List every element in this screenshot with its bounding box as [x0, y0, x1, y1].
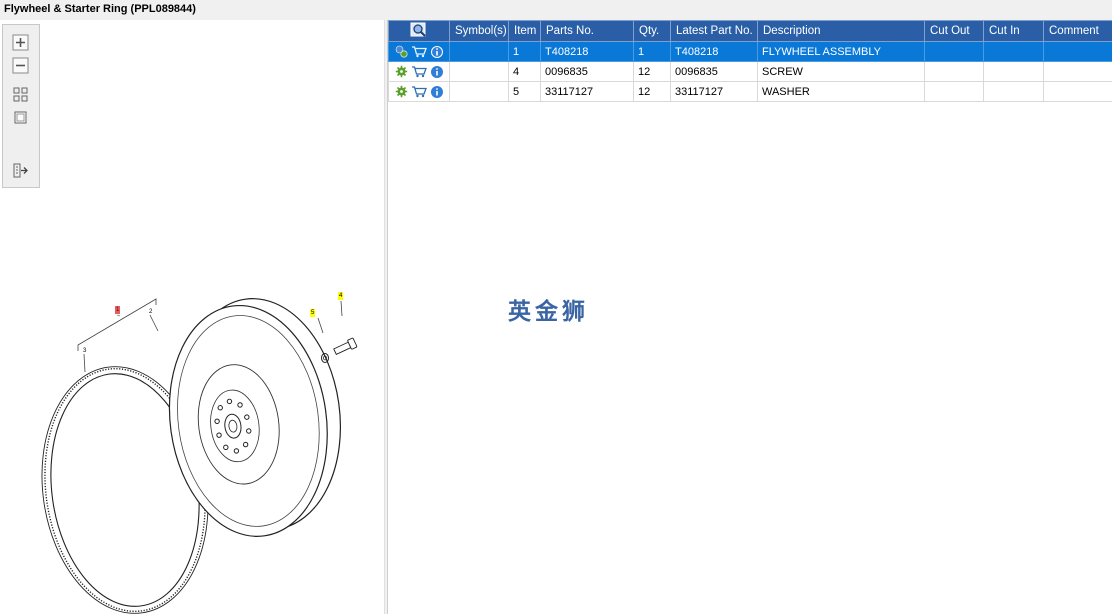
parts-list-pane: Symbol(s) Item Parts No. Qty. Latest Par…	[388, 20, 1112, 614]
cell-latest-part-no: 0096835	[670, 61, 758, 82]
column-header-latest-part-no[interactable]: Latest Part No.	[670, 20, 758, 42]
callout-item-1[interactable]: 1	[115, 306, 121, 314]
cell-symbols	[449, 41, 509, 62]
callout-item-2: 2	[149, 309, 153, 315]
cell-comment	[1043, 61, 1112, 82]
cell-symbols	[449, 81, 509, 102]
cell-item: 4	[508, 61, 541, 82]
table-row[interactable]: 5 33117127 12 33117127 WASHER	[388, 81, 1112, 102]
window-title: Flywheel & Starter Ring (PPL089844)	[4, 3, 196, 15]
watermark-logo: 英金狮	[508, 299, 589, 325]
title-bar: Flywheel & Starter Ring (PPL089844)	[0, 0, 1112, 21]
cell-symbols	[449, 61, 509, 82]
cell-parts-no: T408218	[540, 41, 634, 62]
cell-qty: 1	[633, 41, 671, 62]
search-parts-icon[interactable]	[410, 22, 428, 38]
cell-latest-part-no: 33117127	[670, 81, 758, 102]
assembly-icon[interactable]	[395, 45, 408, 58]
flywheel-drawing	[41, 298, 358, 614]
column-header-search[interactable]	[388, 20, 450, 42]
parts-table: Symbol(s) Item Parts No. Qty. Latest Par…	[388, 20, 1112, 102]
callout-item-4[interactable]: 4	[338, 292, 344, 300]
callout-item-5[interactable]: 5	[310, 309, 316, 317]
cell-cut-in	[983, 61, 1044, 82]
cell-latest-part-no: T408218	[670, 41, 758, 62]
cell-qty: 12	[633, 61, 671, 82]
cell-description: WASHER	[757, 81, 925, 102]
cart-icon[interactable]	[411, 65, 427, 78]
cell-parts-no: 33117127	[540, 81, 634, 102]
cell-cut-in	[983, 81, 1044, 102]
table-header: Symbol(s) Item Parts No. Qty. Latest Par…	[388, 20, 1112, 42]
row-actions	[388, 41, 450, 62]
table-row[interactable]: 1 T408218 1 T408218 FLYWHEEL ASSEMBLY	[388, 41, 1112, 62]
cart-icon[interactable]	[411, 45, 427, 58]
cell-cut-in	[983, 41, 1044, 62]
cell-qty: 12	[633, 81, 671, 102]
row-actions	[388, 81, 450, 102]
column-header-symbols[interactable]: Symbol(s)	[449, 20, 509, 42]
cell-description: SCREW	[757, 61, 925, 82]
cell-cut-out	[924, 61, 984, 82]
cell-description: FLYWHEEL ASSEMBLY	[757, 41, 925, 62]
info-icon[interactable]	[430, 85, 444, 99]
part-gear-icon[interactable]	[395, 65, 408, 78]
cell-cut-out	[924, 81, 984, 102]
column-header-comment[interactable]: Comment	[1043, 20, 1112, 42]
column-header-qty[interactable]: Qty.	[633, 20, 671, 42]
callout-item-3: 3	[83, 348, 87, 354]
info-icon[interactable]	[430, 45, 444, 59]
info-icon[interactable]	[430, 65, 444, 79]
cell-cut-out	[924, 41, 984, 62]
column-header-parts-no[interactable]: Parts No.	[540, 20, 634, 42]
part-gear-icon[interactable]	[395, 85, 408, 98]
cell-item: 1	[508, 41, 541, 62]
column-header-item[interactable]: Item	[508, 20, 541, 42]
column-header-description[interactable]: Description	[757, 20, 925, 42]
table-row[interactable]: 4 0096835 12 0096835 SCREW	[388, 61, 1112, 82]
row-actions	[388, 61, 450, 82]
cell-comment	[1043, 41, 1112, 62]
cart-icon[interactable]	[411, 85, 427, 98]
illustration-pane[interactable]: 1 2 3 4 5	[0, 20, 384, 614]
column-header-cut-in[interactable]: Cut In	[983, 20, 1044, 42]
cell-item: 5	[508, 81, 541, 102]
column-header-cut-out[interactable]: Cut Out	[924, 20, 984, 42]
cell-comment	[1043, 81, 1112, 102]
cell-parts-no: 0096835	[540, 61, 634, 82]
